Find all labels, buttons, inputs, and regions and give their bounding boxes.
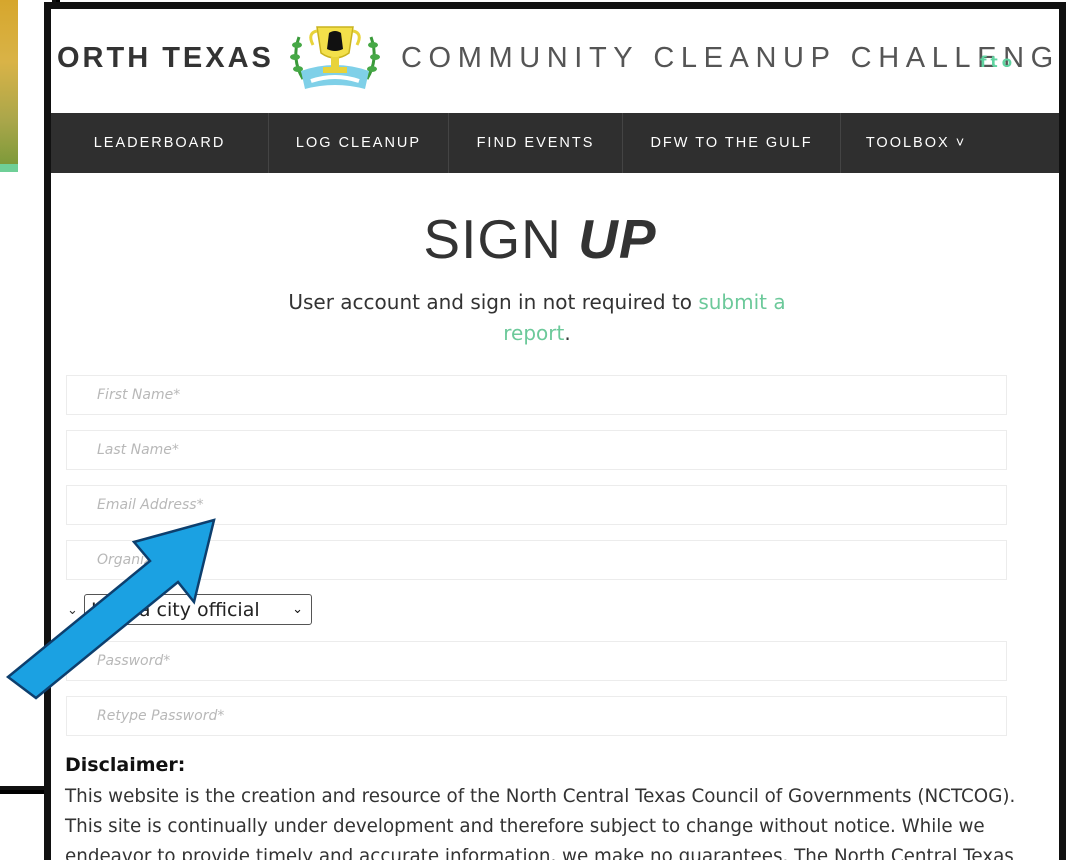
page-subtitle: User account and sign in not required to… [288,290,786,345]
sign-up-window: ORTH TEXAS COMMUNITY CLEANUP CHALLENGE f… [44,2,1066,860]
social-links: f t o [980,53,1012,71]
main-nav: LEADERBOARD LOG CLEANUP FIND EVENTS DFW … [51,113,1059,173]
organization-field[interactable]: Organization [66,540,1007,580]
retype-password-field[interactable]: Retype Password* [66,696,1007,736]
nav-item-toolbox[interactable]: TOOLBOX ˅ [841,113,991,173]
nav-item-leaderboard[interactable]: LEADERBOARD [51,113,269,173]
facebook-icon[interactable]: f [980,53,987,71]
nav-item-log-cleanup[interactable]: LOG CLEANUP [269,113,449,173]
twitter-icon[interactable]: t [991,53,998,71]
instagram-icon[interactable]: o [1002,53,1012,71]
background-photo [0,0,18,164]
brand-name-right[interactable]: COMMUNITY CLEANUP CHALLENGE [401,42,1059,75]
site-header: ORTH TEXAS COMMUNITY CLEANUP CHALLENGE f… [51,9,1059,113]
email-field[interactable]: Email Address* [66,485,1007,525]
nav-item-find-events[interactable]: FIND EVENTS [449,113,623,173]
password-field[interactable]: Password* [66,641,1007,681]
page-title: SIGN UP [423,208,657,270]
disclaimer-text: This website is the creation and resourc… [65,786,1016,860]
chevron-down-icon: ⌄ [292,602,303,617]
brand-name-left[interactable]: ORTH TEXAS [57,42,274,75]
first-name-field[interactable]: First Name* [66,375,1007,415]
trophy-logo-icon[interactable] [285,19,385,99]
last-name-field[interactable]: Last Name* [66,430,1007,470]
role-select[interactable]: I am a city official ⌄ [84,594,312,625]
chevron-down-icon: ⌄ [67,603,78,618]
background-accent-bar [0,164,18,172]
nav-item-dfw-to-the-gulf[interactable]: DFW TO THE GULF [623,113,841,173]
disclaimer-title: Disclaimer: [65,754,186,776]
role-select-value: I am a city official [91,598,260,621]
